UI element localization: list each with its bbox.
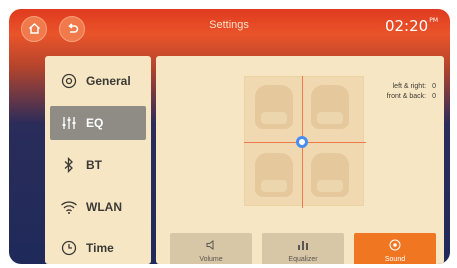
audio-tab-bar: Volume Equalizer Sound [170, 233, 436, 264]
back-button[interactable] [59, 16, 85, 42]
home-icon [28, 22, 41, 37]
sound-field-icon [389, 239, 401, 253]
sidebar-item-label: General [86, 74, 131, 88]
page-title: Settings [209, 19, 249, 31]
home-button[interactable] [21, 16, 47, 42]
sidebar-item-general[interactable]: General [50, 64, 146, 98]
clock-icon [60, 240, 78, 256]
front-back-label: front & back: [386, 93, 427, 100]
tab-sound[interactable]: Sound [354, 233, 436, 264]
sidebar-item-label: EQ [86, 116, 104, 130]
sound-panel: left & right: 0 front & back: 0 Volume E… [156, 56, 444, 264]
equalizer-icon [60, 116, 78, 130]
clock-time: 02:20 [384, 17, 429, 35]
tab-label: Sound [384, 256, 406, 263]
seat-rear-right [311, 153, 349, 197]
clock: 02:20PM [385, 17, 438, 35]
left-right-value: 0 [432, 83, 436, 90]
tab-label: Volume [199, 256, 223, 263]
sidebar-item-label: Time [86, 241, 114, 255]
sidebar-item-eq[interactable]: EQ [50, 106, 146, 140]
tab-equalizer[interactable]: Equalizer [262, 233, 344, 264]
gear-icon [60, 73, 78, 89]
sidebar-item-wlan[interactable]: WLAN [50, 190, 146, 224]
seat-front-left [255, 85, 293, 129]
tab-label: Equalizer [288, 256, 318, 263]
sidebar-item-time[interactable]: Time [50, 231, 146, 264]
clock-suffix: PM [429, 17, 438, 24]
head-unit-screen: Settings 02:20PM General EQ BT WLAN Time… [9, 9, 450, 264]
left-right-label: left & right: [392, 83, 427, 90]
sidebar-item-bt[interactable]: BT [50, 148, 146, 182]
wifi-icon [60, 200, 78, 214]
equalizer-bars-icon [297, 239, 309, 253]
sidebar-item-label: BT [86, 158, 102, 172]
front-back-value: 0 [432, 93, 436, 100]
bluetooth-icon [60, 157, 78, 173]
sidebar-item-label: WLAN [86, 200, 122, 214]
seat-front-right [311, 85, 349, 129]
balance-knob[interactable] [296, 136, 308, 148]
back-icon [66, 22, 79, 37]
balance-readout: left & right: 0 front & back: 0 [387, 82, 436, 102]
speaker-icon [205, 239, 217, 253]
seat-rear-left [255, 153, 293, 197]
settings-sidebar: General EQ BT WLAN Time [45, 56, 151, 264]
tab-volume[interactable]: Volume [170, 233, 252, 264]
top-bar: Settings 02:20PM [9, 9, 450, 49]
